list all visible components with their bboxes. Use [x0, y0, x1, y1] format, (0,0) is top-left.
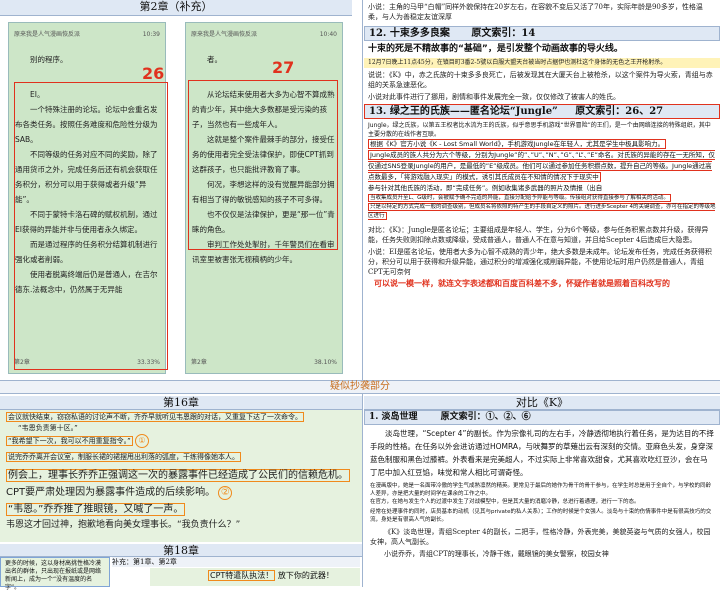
small-line: 经常在处理事件的同时，店员基本的动机（见其与private的私人关系）；工作的时…	[370, 509, 712, 523]
footer-chapter: 第2章	[191, 359, 207, 366]
body-line: 当收集成员升至L、G级时，会被赋予确不完道的异能，直接分配给予异能与等级。传接组…	[368, 194, 671, 202]
section-13-header: 13. 绿之王的氏族——匿名论坛“Jungle” 原文索引：26、27	[364, 104, 720, 119]
suspected-plagiarism-banner: 疑似抄袭部分	[0, 380, 720, 394]
section-index: 原文索引：26、27	[575, 106, 664, 117]
section-title: 13. 绿之王的氏族——匿名论坛“Jungle”	[369, 106, 558, 117]
small-line: 在漫画版中，她是一名面带冷傲的学生气成熟凛然的精英。更常见于最后的她作为骨干的骨…	[370, 483, 712, 497]
status-title: 原来我是人气漫画恢反派	[191, 31, 258, 38]
body-line: Jungle成员的族人共分为六个等级，分别为Jungle”的”、”U”、”N”、…	[368, 150, 715, 182]
vertical-divider	[362, 0, 363, 587]
excerpt-line: “我希望下一次，我可以不用重复指令。” ①	[6, 434, 356, 448]
excerpt-line: 会议就快结束，窃窃私语的讨论声不断，齐乔早就听见韦恩跟的对话，又重复下达了一次命…	[6, 412, 304, 422]
status-time: 10:39	[142, 31, 160, 38]
conclusion-note: 可以说一模一样，就连文字表述都和百度百科差不多，怀疑作者就是照着百科改写的	[374, 278, 670, 288]
comparison-novel: 小说：EI是匿名论坛，使用者大多为心智不成熟的青少年，绝大多数是未成年。论坛发布…	[368, 248, 712, 276]
page-number-26: 26	[142, 64, 165, 83]
section-index: 原文索引：14	[471, 28, 536, 39]
intro-line: 小说：主角的马甲“白帽”同样外貌保持在20岁左右，在容貌不变后又活了70年，实际…	[368, 3, 703, 21]
para: 者。	[207, 55, 222, 64]
right-bottom-panel: 1. 淡岛世理 原文索引：①、②、⑥ 淡岛世理，“Scepter 4”的副长。作…	[364, 410, 720, 587]
marker-2: ②	[218, 486, 233, 500]
section-13-body: Jungle，绿之氏族，以第五王权者比水流为王的氏族，似乎意思手机游戏“世界冒险…	[364, 119, 720, 223]
section-1-header: 1. 淡岛世理 原文索引：①、②、⑥	[364, 410, 720, 425]
supplement-label: 补充：第1章、第2章	[112, 557, 360, 567]
section-12-line: 说说：《K》中，赤之氏族的十束多多良死亡，后被发现其在大厦天台上被枪杀，以这个案…	[368, 71, 713, 89]
section-title: 12. 十束多多良案	[369, 28, 450, 39]
chapter16-excerpt: 会议就快结束，窃窃私语的讨论声不断，齐乔早就听见韦恩跟的对话，又重复下达了一次命…	[0, 410, 362, 542]
excerpt-line: 韦恩这才回过神，抱歉地看向美女理事长。“我负责什么？”	[6, 520, 241, 530]
section-1-lead: 淡岛世理，“Scepter 4”的副长。作为宗像礼司的左右手，冷静透彻地执行着任…	[370, 429, 714, 477]
footer-progress: 38.10%	[314, 359, 337, 366]
section-index: 原文索引：①、②、⑥	[440, 412, 531, 422]
highlight-box-26	[14, 82, 168, 370]
status-time: 10:40	[319, 31, 337, 38]
chapter18-header: 第18章	[0, 544, 362, 557]
marker-1: ①	[135, 434, 149, 448]
small-line: 在官方，在她与发生个人的过渡中发生了对战模型中，但是其大量的消磨冷静，总进行着通…	[370, 499, 640, 505]
excerpt-line: 例会上，理事长乔乔正强调这一次的暴露事件已经造成了公民们的信赖危机。	[6, 469, 350, 482]
status-title: 原来我是人气漫画恢反派	[14, 31, 81, 38]
section-12-line: 小说对此事件进行了挪用，剧情和事件发展完全一致，仅仅修改了被害人的姓氏。	[368, 93, 620, 101]
excerpt-line: 说完乔乔离开会议室，制服长裙的裙摆甩出利落的弧度，干练得像她本人。	[6, 452, 241, 462]
compare-k-header: 对比《K》	[364, 396, 720, 410]
cpt-line: CPT特遣队执法！ 放下你的武器！	[150, 568, 360, 586]
section-1-small: 在漫画版中，她是一名面带冷傲的学生气成熟凛然的精英。更常见于最后的她作为骨干的骨…	[364, 481, 720, 525]
excerpt-line: “韦恩。”乔乔推了推眼镜，又喊了一声。	[6, 503, 186, 516]
body-line: 根据《K》官方小说《K - Lost Small World》，手机游戏Jung…	[368, 139, 667, 149]
body-line: 只是以特定的方式完成一般的调查级别，但成员名将依照的特产生的手段自定义的照片。进…	[368, 203, 716, 220]
compare-novel-line: 小说乔乔，青组CPT的理事长，冷静干练，戴眼镜的美女警察，校园女神	[384, 550, 609, 558]
chapter2-header: 第2章（补充）	[0, 0, 352, 16]
body-line: Jungle，绿之氏族，以第五王权者比水流为王的氏族，似乎意思手机游戏“世界冒险…	[368, 122, 711, 138]
right-top-panel: 小说：主角的马甲“白帽”同样外貌保持在20岁左右，在容貌不变后又活了70年，实际…	[364, 0, 720, 380]
body-line: 参与针对其他氏族的活动，即“完成任务”。例如收集诸多武器的照片及情报（出自	[368, 184, 603, 192]
section-12-lead: 十束的死是不精故事的“基础”，是引发整个动画故事的导火线。	[368, 44, 623, 54]
chapter16-header: 第16章	[0, 396, 362, 410]
section-12-note: 12月7日晚上11点45分，在镇目町3番2-5號以白服大盟天台被当时占据伊也测杜…	[364, 58, 720, 68]
excerpt-line: “韦恩负责第十区。”	[18, 424, 78, 432]
excerpt-line: CPT要严肃处理因为暴露事件造成的后续影响。 ②	[6, 484, 356, 501]
compare-k-line: 《K》淡岛世理，青组Scepter 4的副长，二把手，性格冷静，外表完美，美貌英…	[370, 528, 711, 546]
section-12-header: 12. 十束多多良案 原文索引：14	[364, 26, 720, 41]
cpt-tail: 放下你的武器！	[277, 571, 334, 580]
page-number-27: 27	[272, 58, 295, 77]
highlight-box-27	[188, 80, 338, 250]
comparison-k: 对比：《K》：Jungle是匿名论坛；主要组成是年轻人、学生，分为6个等级，参与…	[368, 226, 709, 244]
cpt-label: CPT特遣队执法！	[208, 570, 276, 581]
chapter18-excerpt: 更多的时候，这以身材高挑性格冷漠出名的群体，只出现在报纸或是网络新闻上，成为一个…	[0, 557, 110, 591]
section-title: 1. 淡岛世理	[369, 412, 418, 422]
